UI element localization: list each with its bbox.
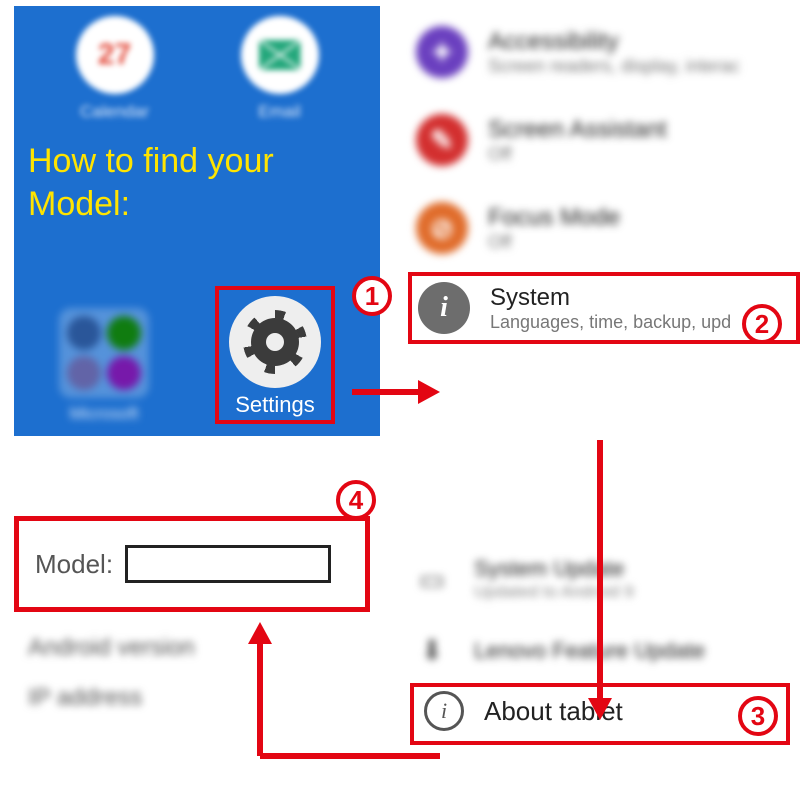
model-value-field bbox=[125, 545, 331, 583]
gear-icon bbox=[251, 318, 299, 366]
ip-address-item[interactable]: IP address bbox=[14, 662, 380, 712]
phone-icon: ▭ bbox=[410, 563, 454, 596]
focus-icon: ⊘ bbox=[416, 202, 468, 254]
microsoft-label: Microsoft bbox=[59, 404, 149, 424]
info-icon: i bbox=[424, 691, 464, 731]
system-title: System bbox=[490, 284, 731, 312]
screen-assistant-title: Screen Assistant bbox=[488, 116, 667, 144]
email-icon bbox=[241, 16, 319, 94]
wrench-icon: ✎ bbox=[416, 114, 468, 166]
feature-update-title: Lenovo Feature Update bbox=[474, 638, 705, 664]
calendar-icon: 27 bbox=[76, 16, 154, 94]
about-tablet-title: About tablet bbox=[484, 696, 623, 727]
feature-update-item[interactable]: ⬇ Lenovo Feature Update bbox=[410, 618, 790, 683]
step-badge-3: 3 bbox=[738, 696, 778, 736]
homescreen-panel: 27 Calendar Email How to find your Model… bbox=[14, 6, 380, 436]
screen-assistant-sub: Off bbox=[488, 144, 667, 165]
system-page-panel: ▭ System Update Updated to Android 9 ⬇ L… bbox=[400, 530, 800, 800]
email-app[interactable]: Email bbox=[241, 16, 319, 122]
download-icon: ⬇ bbox=[410, 634, 454, 667]
focus-mode-sub: Off bbox=[488, 232, 620, 253]
homescreen-top-row: 27 Calendar Email bbox=[14, 6, 380, 122]
accessibility-sub: Screen readers, display, interac bbox=[488, 56, 740, 77]
settings-icon-bubble bbox=[229, 296, 321, 388]
settings-app-highlight[interactable]: Settings bbox=[215, 286, 335, 424]
step-badge-2: 2 bbox=[742, 304, 782, 344]
microsoft-folder[interactable]: Microsoft bbox=[59, 308, 149, 424]
android-version-item[interactable]: Android version bbox=[14, 612, 380, 662]
settings-item-focus-mode[interactable]: ⊘ Focus Mode Off bbox=[408, 184, 800, 272]
step-badge-1: 1 bbox=[352, 276, 392, 316]
info-icon: i bbox=[418, 282, 470, 334]
about-page-panel: Model: Android version IP address bbox=[14, 486, 380, 786]
accessibility-title: Accessibility bbox=[488, 28, 740, 56]
about-tablet-highlight[interactable]: i About tablet bbox=[410, 683, 790, 745]
settings-label: Settings bbox=[229, 392, 321, 418]
focus-mode-title: Focus Mode bbox=[488, 204, 620, 232]
settings-item-screen-assistant[interactable]: ✎ Screen Assistant Off bbox=[408, 96, 800, 184]
microsoft-folder-icon bbox=[59, 308, 149, 398]
calendar-date: 27 bbox=[98, 38, 131, 72]
system-sub: Languages, time, backup, upd bbox=[490, 312, 731, 333]
email-label: Email bbox=[241, 102, 319, 122]
system-update-title: System Update bbox=[474, 556, 634, 582]
accessibility-icon: ✦ bbox=[416, 26, 468, 78]
homescreen-bottom-row: Microsoft Settings bbox=[14, 286, 380, 430]
system-update-item[interactable]: ▭ System Update Updated to Android 9 bbox=[410, 540, 790, 618]
model-label: Model: bbox=[35, 549, 113, 580]
settings-item-system-highlight[interactable]: i System Languages, time, backup, upd bbox=[408, 272, 800, 344]
settings-item-accessibility[interactable]: ✦ Accessibility Screen readers, display,… bbox=[408, 8, 800, 96]
instruction-heading: How to find your Model: bbox=[28, 140, 380, 225]
system-update-sub: Updated to Android 9 bbox=[474, 582, 634, 602]
model-row-highlight: Model: bbox=[14, 516, 370, 612]
step-badge-4: 4 bbox=[336, 480, 376, 520]
calendar-label: Calendar bbox=[76, 102, 154, 122]
calendar-app[interactable]: 27 Calendar bbox=[76, 16, 154, 122]
settings-list-panel: ✦ Accessibility Screen readers, display,… bbox=[400, 0, 800, 530]
